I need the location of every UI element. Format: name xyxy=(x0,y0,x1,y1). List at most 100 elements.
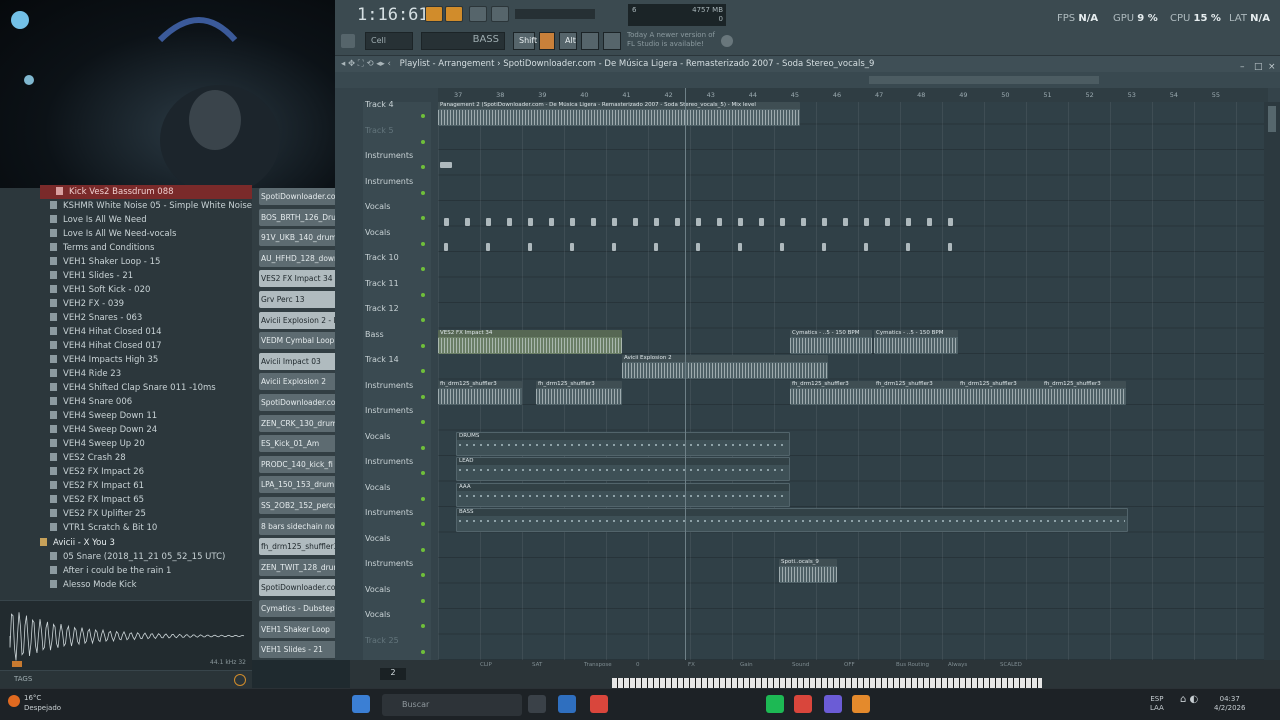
browser-item[interactable]: Love Is All We Need-vocals xyxy=(50,227,176,241)
track-led-icon[interactable] xyxy=(421,471,425,475)
track-label[interactable]: Track 25 xyxy=(365,636,399,645)
weather-widget[interactable]: 16°C Despejado xyxy=(24,693,61,713)
channel-button[interactable]: VEH1 Shaker Loop xyxy=(259,620,339,638)
vocal-chop-clip[interactable] xyxy=(906,218,911,226)
track-led-icon[interactable] xyxy=(421,522,425,526)
vocal-chop-clip[interactable] xyxy=(570,218,575,226)
track-led-icon[interactable] xyxy=(421,241,425,246)
track-led-icon[interactable] xyxy=(421,267,425,271)
horizontal-scrollbar[interactable] xyxy=(869,76,1099,84)
vocal-chop-clip[interactable] xyxy=(885,218,890,226)
vocal-chop-clip[interactable] xyxy=(612,243,616,251)
vocal-chop-clip[interactable] xyxy=(738,218,743,226)
track-led-icon[interactable] xyxy=(421,114,425,118)
vocal-chop-clip[interactable] xyxy=(864,218,869,226)
sample-preview[interactable]: 44.1 kHz 32 xyxy=(0,600,252,670)
windows-start-icon[interactable] xyxy=(352,695,370,713)
browser-item[interactable]: VEH4 Hihat Closed 014 xyxy=(50,325,162,339)
vocal-chop-clip[interactable] xyxy=(822,218,827,226)
track-label[interactable]: Instruments xyxy=(365,177,413,186)
track-label[interactable]: Track 4 xyxy=(365,100,394,109)
preview-play-icon[interactable] xyxy=(12,661,22,667)
vocal-chop-clip[interactable] xyxy=(738,243,742,251)
chrome-icon-2[interactable] xyxy=(794,695,812,713)
master-volume-slider[interactable] xyxy=(515,9,595,19)
track-led-icon[interactable] xyxy=(421,624,425,628)
playlist-clip[interactable]: DRUMS xyxy=(456,432,790,456)
channel-button[interactable]: SpotiDownloader.com xyxy=(259,394,339,411)
playlist-clip[interactable]: fh_drm125_shuffler3 xyxy=(438,381,522,405)
browser-selected-item[interactable]: Kick Ves2 Bassdrum 088 xyxy=(40,185,252,199)
channel-button[interactable]: Grv Perc 13 xyxy=(259,291,339,308)
browser-item[interactable]: VES2 FX Impact 65 xyxy=(50,493,144,507)
vocal-chop-clip[interactable] xyxy=(570,243,574,251)
playlist-nav-icons[interactable]: ◂ ✥ ⛶ ⟲ ◂▸ ‹ xyxy=(335,59,391,69)
vocal-chop-clip[interactable] xyxy=(612,218,617,226)
browser-folder[interactable]: Avicii - X You 3 xyxy=(40,536,115,550)
vocal-chop-clip[interactable] xyxy=(549,218,554,226)
vocal-chop-clip[interactable] xyxy=(906,243,910,251)
browser-item[interactable]: VEH1 Soft Kick - 020 xyxy=(50,283,150,297)
channel-button[interactable]: VES2 FX Impact 34 xyxy=(259,270,339,288)
song-position[interactable]: 1:16:61 xyxy=(357,5,429,25)
track-label[interactable]: Instruments xyxy=(365,457,413,466)
playlist-clip[interactable]: Cymatics - ..5 - 150 BPM xyxy=(790,330,872,354)
channel-button[interactable]: SpotiDownloader.com xyxy=(259,579,339,597)
track-led-icon[interactable] xyxy=(421,547,425,552)
browser-item[interactable]: 05 Snare (2018_11_21 05_52_15 UTC) xyxy=(50,550,225,564)
vocal-chop-clip[interactable] xyxy=(654,243,658,251)
playlist-clip[interactable]: fh_drm125_shuffler3 xyxy=(790,381,874,405)
vocal-chop-clip[interactable] xyxy=(948,218,953,226)
fl-studio-icon[interactable] xyxy=(852,695,870,713)
browser-item[interactable]: VES2 FX Uplifter 25 xyxy=(50,507,146,521)
sheet-icon[interactable] xyxy=(603,32,621,50)
track-led-icon[interactable] xyxy=(421,216,425,220)
vocal-chop-clip[interactable] xyxy=(780,243,784,251)
track-label[interactable]: Track 10 xyxy=(365,253,399,262)
vocal-chop-clip[interactable] xyxy=(759,218,764,226)
playlist-clip[interactable]: fh_drm125_shuffler3 xyxy=(874,381,958,405)
network-icon[interactable]: ⌂ ◐ xyxy=(1180,695,1198,705)
track-led-icon[interactable] xyxy=(421,445,425,450)
track-led-icon[interactable] xyxy=(421,573,425,577)
channel-button[interactable]: Avicii Impact 03 xyxy=(259,352,339,370)
channel-button[interactable]: AU_HFHD_128_down xyxy=(259,249,339,267)
vocal-chop-clip[interactable] xyxy=(486,218,491,226)
browser-item[interactable]: VEH4 Snare 006 xyxy=(50,395,132,409)
discord-icon[interactable] xyxy=(824,695,842,713)
vocal-chop-clip[interactable] xyxy=(633,218,638,226)
track-label[interactable]: Track 12 xyxy=(365,304,399,313)
track-label[interactable]: Track 5 xyxy=(365,126,394,135)
playlist-clip[interactable]: Cymatics - ..5 - 150 BPM xyxy=(874,330,958,354)
channel-button[interactable]: LPA_150_153_drum xyxy=(259,476,339,494)
track-led-icon[interactable] xyxy=(421,165,425,169)
vocal-chop-clip[interactable] xyxy=(948,243,952,251)
vocal-chop-clip[interactable] xyxy=(843,218,848,226)
update-icon[interactable] xyxy=(721,35,733,47)
arrangement-grid[interactable]: Panagement 2 (SpotiDownloader.com - De M… xyxy=(438,102,1264,660)
chrome-icon[interactable] xyxy=(590,695,608,713)
track-label[interactable]: Instruments xyxy=(365,559,413,568)
track-label[interactable]: Vocals xyxy=(365,432,390,441)
playlist-clip[interactable]: AAA xyxy=(456,483,790,507)
track-label[interactable]: Vocals xyxy=(365,202,390,211)
metronome-icon[interactable] xyxy=(469,6,487,22)
browser-item[interactable]: VEH4 Shifted Clap Snare 011 -10ms xyxy=(50,381,216,395)
channel-button[interactable]: fh_drm125_shuffler3 xyxy=(259,538,339,556)
channel-button[interactable]: Cymatics - Dubstep xyxy=(259,600,339,617)
browser-item[interactable]: VEH4 Sweep Up 20 xyxy=(50,437,145,451)
playlist-clip[interactable]: VES2 FX Impact 34 xyxy=(438,330,622,354)
track-label[interactable]: Instruments xyxy=(365,406,413,415)
timeline-ruler[interactable]: 37 38 39 40 41 42 43 44 45 46 47 48 49 50 51 52 53 54 55 xyxy=(438,88,1268,102)
mic-icon[interactable] xyxy=(341,34,355,48)
browser-item[interactable]: VES2 FX Impact 26 xyxy=(50,465,144,479)
playlist-clip[interactable]: Spoti..ocals_9 xyxy=(779,559,837,583)
channel-button[interactable]: 91V_UKB_140_drum xyxy=(259,229,339,247)
playlist-clip[interactable]: BASS xyxy=(456,508,1128,532)
playlist-clip[interactable]: fh_drm125_shuffler3 xyxy=(958,381,1042,405)
pattern-mode-button[interactable] xyxy=(425,6,443,22)
browser-item[interactable]: VEH4 Sweep Down 24 xyxy=(50,423,157,437)
vocal-chop-clip[interactable] xyxy=(864,243,868,251)
playlist-clip[interactable]: LEAD xyxy=(456,457,790,481)
browser-item[interactable]: Terms and Conditions xyxy=(50,241,154,255)
